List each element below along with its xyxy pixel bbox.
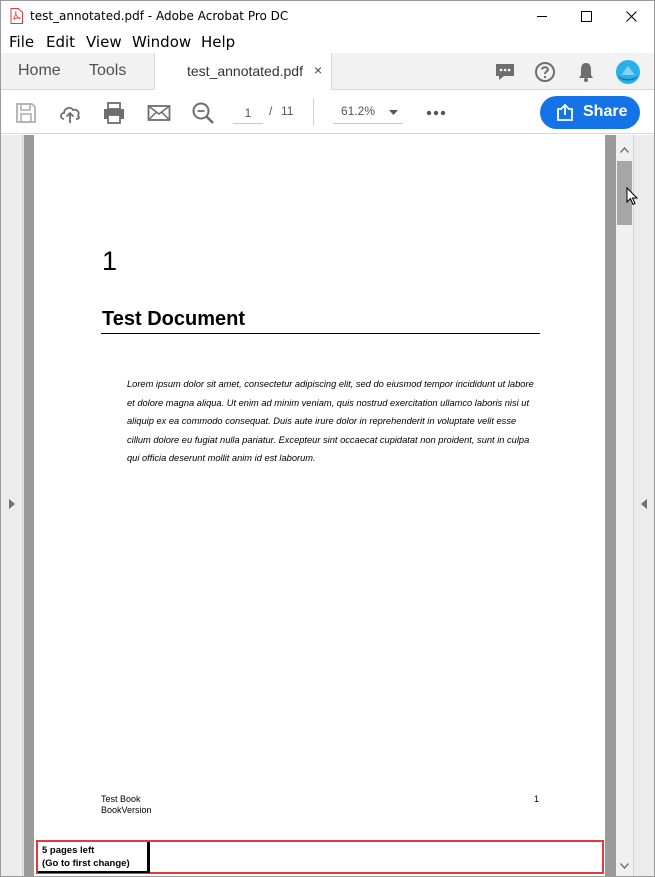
minimize-button[interactable] [519,1,565,31]
zoom-dropdown[interactable]: 61.2% [333,102,403,124]
dropdown-caret-icon [389,110,398,115]
vertical-scrollbar[interactable] [616,135,633,876]
footer-page-number: 1 [534,794,540,804]
menu-file[interactable]: File [9,33,34,51]
email-icon[interactable] [146,100,172,126]
toolbar: 1 / 11 61.2% Share [1,90,654,134]
user-avatar-icon[interactable] [615,59,641,85]
acrobat-window: test_annotated.pdf - Adobe Acrobat Pro D… [0,0,655,877]
go-to-first-change-link[interactable]: (Go to first change) [42,858,130,869]
save-icon[interactable] [13,100,39,126]
cloud-upload-icon[interactable] [57,100,83,126]
bell-icon[interactable] [573,59,599,85]
pages-left-text: 5 pages left [42,845,95,856]
help-icon[interactable] [532,59,558,85]
pdf-file-icon [10,8,23,24]
minimize-icon [537,16,547,17]
share-button[interactable]: Share [540,96,640,129]
title-bar: test_annotated.pdf - Adobe Acrobat Pro D… [1,1,654,31]
tab-close-button[interactable]: × [314,62,322,78]
close-icon [626,11,637,22]
tab-bar: Home Tools test_annotated.pdf × [1,53,654,90]
more-icon[interactable] [426,110,446,116]
left-panel-rail[interactable] [1,135,23,876]
share-icon [557,104,573,121]
maximize-icon [581,11,592,22]
menu-edit[interactable]: Edit [46,33,75,51]
maximize-button[interactable] [563,1,609,31]
right-panel-rail[interactable] [633,135,654,876]
menu-bar: File Edit View Window Help [1,31,654,53]
chapter-number: 1 [102,246,118,276]
footer-book-title: Test Book [101,794,141,804]
share-label: Share [583,103,628,120]
tab-tools[interactable]: Tools [89,62,126,80]
zoom-value: 61.2% [341,104,376,118]
scroll-up-icon[interactable] [620,147,629,153]
title-rule [101,333,540,334]
document-area: 1 Test Document Lorem ipsum dolor sit am… [1,135,654,876]
page-number-input[interactable]: 1 [233,102,263,124]
tab-home[interactable]: Home [18,62,61,80]
mouse-cursor-icon [626,187,638,206]
menu-window[interactable]: Window [132,33,191,51]
print-icon[interactable] [101,100,127,126]
comment-icon[interactable] [492,59,518,85]
tab-document-label: test_annotated.pdf [187,63,303,79]
total-pages: 11 [281,104,294,118]
scroll-down-icon[interactable] [620,863,629,869]
expand-left-panel-icon[interactable] [9,499,15,509]
zoom-search-icon[interactable] [190,100,216,126]
close-button[interactable] [608,1,654,31]
expand-right-panel-icon[interactable] [641,499,647,509]
menu-view[interactable]: View [86,33,122,51]
document-title: Test Document [102,308,245,330]
annotation-label[interactable]: 5 pages left (Go to first change) [38,842,150,873]
pdf-page: 1 Test Document Lorem ipsum dolor sit am… [34,135,605,876]
toolbar-divider [313,98,314,126]
tab-document[interactable]: test_annotated.pdf × [154,53,332,90]
footer-book-version: BookVersion [101,805,152,815]
page-separator: / [269,104,273,118]
menu-help[interactable]: Help [201,33,235,51]
document-body: Lorem ipsum dolor sit amet, consectetur … [127,379,534,463]
window-title: test_annotated.pdf - Adobe Acrobat Pro D… [30,9,289,23]
